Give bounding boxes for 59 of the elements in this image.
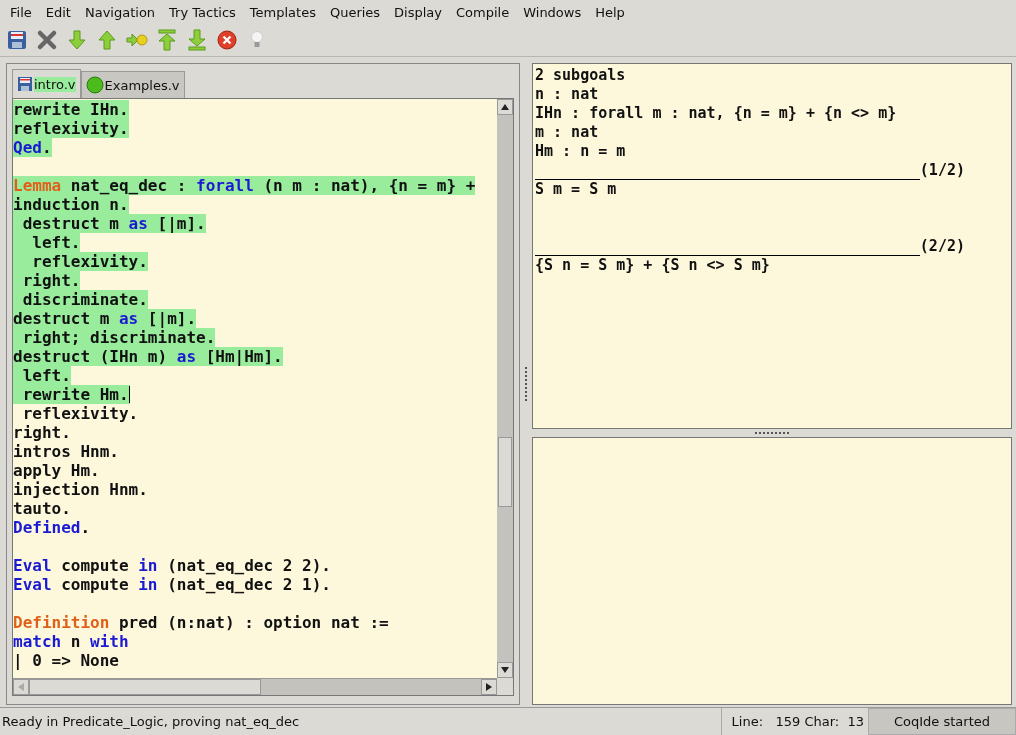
ball-icon bbox=[85, 76, 104, 94]
goal-number: (1/2) bbox=[919, 161, 965, 180]
goal-conclusion: S m = S m bbox=[535, 180, 618, 199]
code-line: match n with bbox=[13, 632, 129, 651]
scroll-thumb[interactable] bbox=[29, 679, 261, 695]
save-icon[interactable] bbox=[6, 29, 28, 51]
goal-conclusion: {S n = S m} + {S n <> S m} bbox=[535, 256, 771, 275]
code-line: injection Hnm. bbox=[13, 480, 148, 499]
status-message: Ready in Predicate_Logic, proving nat_eq_dec bbox=[1, 713, 301, 731]
scroll-up-button[interactable] bbox=[497, 99, 513, 115]
code-line: | 0 => None bbox=[13, 651, 119, 670]
menu-item[interactable]: Queries bbox=[322, 4, 388, 20]
cancel-icon[interactable] bbox=[216, 29, 238, 51]
subgoal-count: 2 subgoals bbox=[535, 66, 627, 85]
pane-grip-icon[interactable] bbox=[524, 367, 528, 401]
scroll-left-button[interactable] bbox=[13, 679, 29, 695]
code-line: reflexivity. bbox=[21, 404, 139, 423]
scroll-thumb[interactable] bbox=[498, 437, 512, 507]
menu-item[interactable]: Compile bbox=[449, 4, 517, 20]
code-editor[interactable] bbox=[13, 99, 497, 678]
code-line: Definition pred (n:nat) : option nat := bbox=[13, 613, 389, 632]
hypothesis: n : nat bbox=[535, 85, 600, 104]
down-triangle-icon bbox=[501, 667, 509, 673]
menu-item[interactable]: Templates bbox=[242, 4, 323, 20]
scroll-right-button[interactable] bbox=[481, 679, 497, 695]
code-line: Defined. bbox=[13, 518, 91, 537]
hypothesis: Hm : n = m bbox=[535, 142, 627, 161]
code-line: apply Hm. bbox=[13, 461, 100, 480]
menu-item[interactable]: Help bbox=[588, 4, 632, 20]
menu-item[interactable]: Display bbox=[387, 4, 450, 20]
code-line: Eval compute in (nat_eq_dec 2 1). bbox=[13, 575, 331, 594]
menu-item[interactable]: Edit bbox=[38, 4, 78, 20]
file-tab[interactable]: intro.v bbox=[12, 69, 81, 98]
up-triangle-icon bbox=[501, 104, 509, 110]
file-tab[interactable]: Examples.v bbox=[80, 71, 185, 98]
status-notice: CoqIde started bbox=[868, 708, 1016, 735]
vertical-scrollbar[interactable] bbox=[497, 99, 513, 678]
menu-item[interactable]: File bbox=[3, 4, 39, 20]
goal-number: (2/2) bbox=[919, 237, 965, 256]
code-line: right. bbox=[13, 423, 71, 442]
code-line: Eval compute in (nat_eq_dec 2 2). bbox=[13, 556, 331, 575]
scroll-down-button[interactable] bbox=[497, 662, 513, 678]
hypothesis: IHn : forall m : nat, {n = m} + {n <> m} bbox=[535, 104, 898, 123]
arrow-to-top-icon[interactable] bbox=[156, 29, 178, 51]
horizontal-scrollbar[interactable] bbox=[13, 678, 497, 695]
hypothesis: m : nat bbox=[535, 123, 600, 142]
down-arrow-icon[interactable] bbox=[66, 29, 88, 51]
close-icon[interactable] bbox=[36, 29, 58, 51]
code-line: tauto. bbox=[13, 499, 71, 518]
menu-item[interactable]: Windows bbox=[516, 4, 589, 20]
code-line: intros Hnm. bbox=[13, 442, 119, 461]
menu-item[interactable]: Navigation bbox=[77, 4, 163, 20]
arrow-to-bottom-icon[interactable] bbox=[186, 29, 208, 51]
menu-item[interactable]: Try Tactics bbox=[162, 4, 243, 20]
left-triangle-icon bbox=[18, 683, 24, 691]
floppy-icon bbox=[17, 76, 33, 92]
up-arrow-icon[interactable] bbox=[96, 29, 118, 51]
pane-grip-icon[interactable] bbox=[755, 431, 789, 435]
right-triangle-icon bbox=[486, 683, 492, 691]
